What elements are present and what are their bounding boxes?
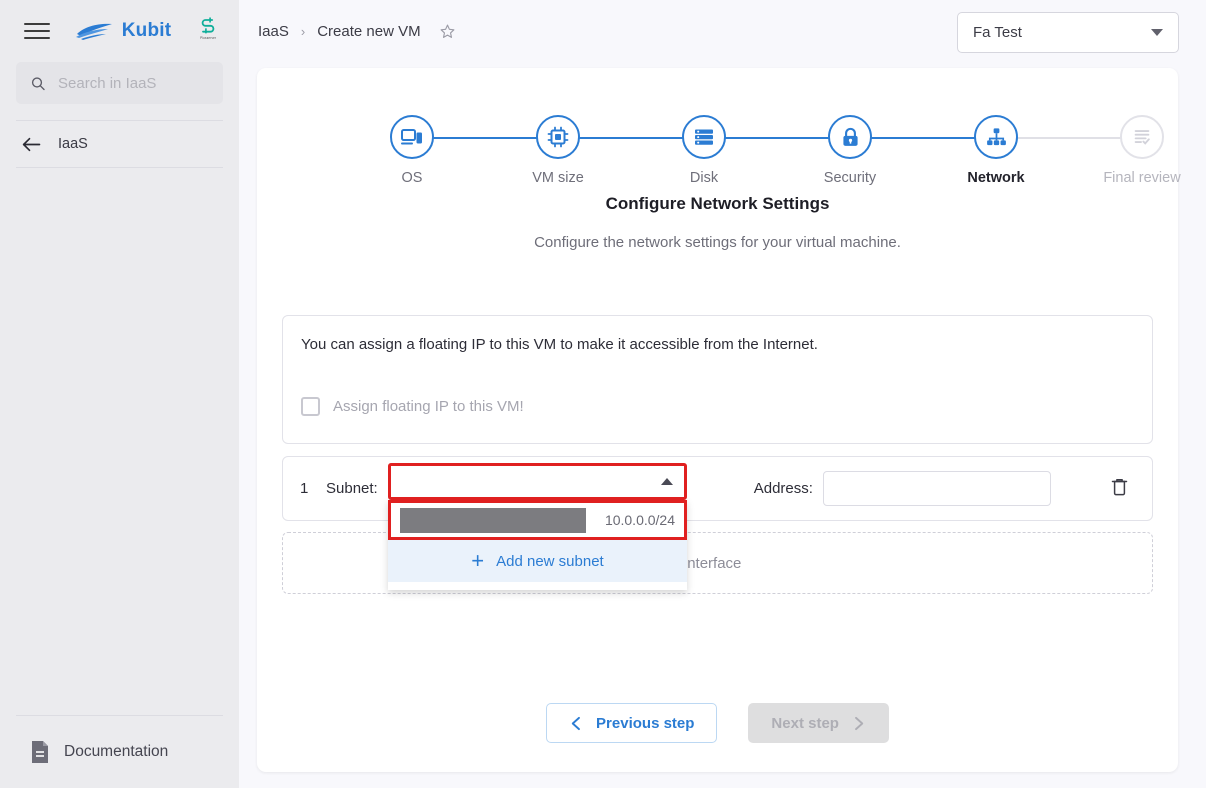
previous-step-button[interactable]: Previous step [546,703,718,743]
star-icon[interactable] [439,23,456,40]
sidebar-item-documentation[interactable]: Documentation [0,716,239,788]
arrow-left-icon [22,137,41,151]
step-label-os: OS [401,170,423,186]
brand[interactable]: Kubit [75,20,172,42]
subnet-option[interactable]: 10.0.0.0/24 [388,500,687,540]
delete-interface-button[interactable] [1109,475,1130,502]
add-new-subnet-option[interactable]: + Add new subnet [388,540,687,582]
floating-ip-panel: You can assign a floating IP to this VM … [282,315,1153,444]
lock-icon [842,127,858,146]
step-label-final-review: Final review [1103,170,1181,186]
step-circle-security [828,115,872,159]
chevron-left-icon [571,716,580,730]
wizard-footer: Previous step Next step [257,703,1178,743]
devices-icon [401,129,422,145]
floating-ip-checkbox-row: Assign floating IP to this VM! [301,397,1134,416]
step-security[interactable]: Security [795,115,905,186]
breadcrumb-separator: › [300,23,306,39]
sidebar-item-iaas[interactable]: IaaS [0,121,239,167]
partner-s-logo: Plusserver [193,15,223,47]
step-circle-final-review [1120,115,1164,159]
step-vm-size[interactable]: VM size [503,115,613,186]
storage-icon [695,129,713,145]
chevron-up-icon [661,478,673,485]
floating-ip-description: You can assign a floating IP to this VM … [301,336,818,353]
topbar: IaaS › Create new VM Fa Test [239,0,1206,62]
step-circle-disk [682,115,726,159]
breadcrumb-item-create-new-vm[interactable]: Create new VM [317,23,420,40]
search-box[interactable] [16,62,223,104]
step-label-disk: Disk [689,170,719,186]
subnet-dropdown: 10.0.0.0/24 + Add new subnet [388,463,687,590]
subnet-select[interactable] [388,463,687,500]
step-label-network: Network [967,170,1025,186]
breadcrumb-item-iaas[interactable]: IaaS [258,23,289,40]
page-title: Configure Network Settings [605,194,830,213]
step-network[interactable]: Network [941,115,1051,186]
next-step-label: Next step [771,714,839,732]
search-icon [31,76,45,90]
subnet-option-name-redacted [400,507,586,533]
sidebar: Kubit Plusserver IaaS [0,0,239,788]
search-input[interactable] [58,74,209,92]
search-container [0,62,239,104]
hamburger-icon[interactable] [24,18,50,44]
address-input[interactable] [822,471,1051,506]
documentation-label: Documentation [64,743,169,760]
address-label: Address: [753,480,813,497]
document-icon [32,741,48,763]
step-circle-network [974,115,1018,159]
step-label-vm-size: VM size [532,170,584,186]
page-subtitle: Configure the network settings for your … [534,234,901,251]
breadcrumb: IaaS › Create new VM [239,23,456,40]
brand-name: Kubit [121,20,172,41]
step-circle-vm-size [536,115,580,159]
assign-floating-ip-checkbox[interactable] [301,397,320,416]
add-new-subnet-label: Add new subnet [496,552,604,570]
chevron-right-icon [855,716,864,730]
sidebar-item-label: IaaS [58,136,88,152]
subnet-dropdown-panel: 10.0.0.0/24 + Add new subnet [388,500,687,590]
trash-icon [1111,478,1128,495]
sidebar-header: Kubit Plusserver [0,0,239,62]
cpu-chip-icon [547,126,569,148]
partner-caption: Plusserver [200,35,217,41]
wizard-stepper: OS VM size Disk Security Network Final r… [317,92,1181,186]
project-select-value: Fa Test [973,24,1022,41]
chevron-down-icon [1151,29,1163,36]
next-step-button[interactable]: Next step [748,703,889,743]
wizard-card: OS VM size Disk Security Network Final r… [257,68,1181,772]
kubit-wave-logo [75,23,112,40]
checklist-icon [1134,130,1150,145]
previous-step-label: Previous step [596,714,695,732]
step-label-security: Security [823,170,877,186]
step-circle-os [390,115,434,159]
assign-floating-ip-label: Assign floating IP to this VM! [333,398,524,415]
plus-icon: + [471,548,485,573]
step-disk[interactable]: Disk [649,115,759,186]
project-select[interactable]: Fa Test [957,12,1179,53]
interface-row-number: 1 [300,480,309,497]
subnet-label: Subnet: [326,480,378,497]
subnet-option-cidr: 10.0.0.0/24 [604,512,675,528]
step-final-review[interactable]: Final review [1087,115,1197,186]
step-os[interactable]: OS [357,115,467,186]
network-icon [986,127,1006,145]
